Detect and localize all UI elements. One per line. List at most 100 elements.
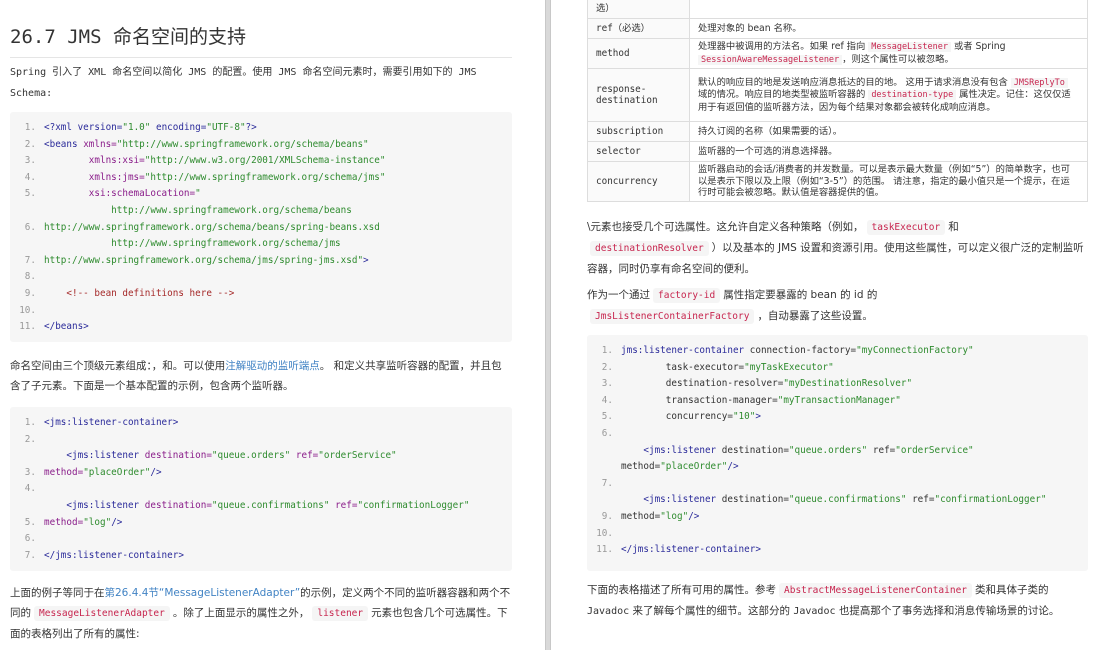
code-line: 3. method="placeOrder"/> xyxy=(10,465,512,482)
code-line: 2. xyxy=(10,432,512,449)
line-number: 2. xyxy=(24,138,36,150)
line-number: 7. xyxy=(24,549,36,561)
code-token: destination= xyxy=(144,450,212,462)
code-token: "10" xyxy=(732,411,756,423)
line-number: 2. xyxy=(601,361,613,373)
code-token: "http://www.springframework.org/schema/b… xyxy=(116,138,369,150)
code-block-container: 1. jms:listener-container connection-fact… xyxy=(587,335,1088,571)
text: 处理器中被调用的方法名。如果 ref 指向 xyxy=(698,41,869,52)
code-token: </jms:listener-container> xyxy=(621,544,761,556)
line-number: 8. xyxy=(24,271,36,283)
text: 类和具体子类的 xyxy=(975,584,1049,596)
code-line: 4. xyxy=(10,481,512,498)
code-token: </beans> xyxy=(44,321,89,333)
attributes-table: 选） ref（必选） 处理对象的 bean 名称。 method 处理器中被调用的方法名… xyxy=(587,0,1088,202)
inline-code: MessageListener xyxy=(868,42,951,52)
table-row: selector 监听器的一个可选的消息选择器。 xyxy=(587,141,1088,162)
code-line: 9. <!-- bean definitions here --> xyxy=(10,286,512,303)
text: 处理对象的 bean 名称。 xyxy=(698,22,802,34)
code-token: "orderService" xyxy=(895,444,974,456)
text: Javadoc xyxy=(793,606,836,617)
text: 命名空间由三个顶级元素组成：，和。可以使用 xyxy=(10,360,226,372)
code-token: "UTF-8" xyxy=(206,122,246,133)
code-line: 7. </jms:listener-container> xyxy=(10,548,512,565)
code-token: <?xml version= xyxy=(44,122,123,133)
code-line: 5. xsi:schemaLocation=" xyxy=(10,186,512,203)
adapter-paragraph: 上面的例子等同于在第26.4.4节“MessageListenerAdapter… xyxy=(10,583,515,644)
code-token: /> xyxy=(150,466,162,478)
code-token: <jms:listener xyxy=(621,494,722,506)
table-row: concurrency 监听器启动的会话/消费者的并发数量。可以是表示最大数量（例… xyxy=(587,161,1088,202)
line-number: 6. xyxy=(601,427,613,439)
code-line: <jms:listener destination="queue.confirm… xyxy=(587,492,1088,509)
line-number: 4. xyxy=(601,394,613,406)
line-number: 6. xyxy=(24,221,36,233)
code-line: http://www.springframework.org/schema/be… xyxy=(10,203,512,220)
code-token: destination-resolver= xyxy=(621,378,784,390)
attribute-name: response-destination xyxy=(587,68,690,122)
attribute-description: 持久订阅的名称（如果需要的话）。 xyxy=(689,121,1088,142)
code-line: 5. concurrency="10"> xyxy=(587,409,1088,426)
code-line: 11. </jms:listener-container> xyxy=(587,542,1088,559)
attribute-description: 默认的响应目的地是发送响应消息抵达的目的地。 这用于请求消息没有包含 JMSRe… xyxy=(689,68,1088,122)
code-token: connection-factory= xyxy=(749,345,857,356)
line-number: 10. xyxy=(19,304,36,316)
code-line: 5. method="log"/> xyxy=(10,515,512,532)
line-number: 3. xyxy=(601,378,613,390)
inline-code: JMSReplyTo xyxy=(1010,77,1068,88)
inline-code: factory-id xyxy=(653,288,721,303)
line-number: 7. xyxy=(601,477,613,489)
code-token: method= xyxy=(621,461,661,473)
attribute-description: 处理对象的 bean 名称。 xyxy=(689,18,1088,39)
code-token: xsi:schemaLocation= xyxy=(44,188,196,200)
attribute-name: 选） xyxy=(587,0,690,19)
line-number: 9. xyxy=(601,510,613,522)
code-token: xmlns:jms= xyxy=(44,171,145,183)
code-line: 8. xyxy=(10,269,512,286)
code-token: destination= xyxy=(721,444,789,456)
code-token: "placeOrder" xyxy=(660,461,728,473)
code-token: ref= xyxy=(906,494,935,506)
inline-code: taskExecutor xyxy=(866,220,946,235)
code-token: "confirmationLogger" xyxy=(934,494,1047,506)
link[interactable]: 注解驱动的监听端点 xyxy=(225,360,320,372)
text: \元素也接受几个可选属性。这允许自定义各种策略（例如， xyxy=(587,221,864,233)
code-token: "queue.orders" xyxy=(788,444,868,456)
line-number: 5. xyxy=(24,188,36,200)
code-token: ref= xyxy=(329,499,358,511)
link[interactable]: 第26.4.4节“MessageListenerAdapter” xyxy=(105,587,301,599)
text: 来了解每个属性的细节。这部分的 xyxy=(629,605,794,617)
table-row: 选） xyxy=(587,0,1088,19)
code-token: "queue.orders" xyxy=(211,450,291,462)
line-number: 11. xyxy=(19,321,36,333)
intro-paragraph: Spring 引入了 XML 命名空间以简化 JMS 的配置。使用 JMS 命名… xyxy=(10,62,510,104)
page-divider xyxy=(545,0,551,650)
code-token: http://www.springframework.org/schema/be… xyxy=(44,221,380,233)
code-token: destination= xyxy=(721,494,789,506)
factory-id-paragraph: 作为一个通过 factory-id 属性指定要暴露的 bean 的 id 的 JmsL… xyxy=(587,285,917,327)
code-token: "queue.confirmations" xyxy=(788,494,907,506)
table-row: method 处理器中被调用的方法名。如果 ref 指向 MessageListe… xyxy=(587,38,1088,69)
code-line: 11. </beans> xyxy=(10,319,512,336)
code-token: > xyxy=(755,411,761,423)
text: 上面的例子等同于在 xyxy=(10,587,105,599)
line-number: 2. xyxy=(24,433,36,445)
code-token: /> xyxy=(111,516,123,528)
attributes-description-paragraph: 下面的表格描述了所有可用的属性。参考 AbstractMessageListene… xyxy=(587,580,1092,622)
code-token: xmlns= xyxy=(83,138,117,150)
code-token: http://www.springframework.org/schema/jm… xyxy=(44,238,341,250)
right-page: 选） ref（必选） 处理对象的 bean 名称。 method 处理器中被调用的方法名… xyxy=(553,0,1100,650)
code-token: transaction-manager= xyxy=(621,394,778,406)
table-row: subscription 持久订阅的名称（如果需要的话）。 xyxy=(587,121,1088,142)
line-number: 1. xyxy=(24,417,36,428)
text: 或者 Spring xyxy=(951,41,1006,52)
line-number: 5. xyxy=(601,411,613,423)
text: 持久订阅的名称（如果需要的话）。 xyxy=(698,125,843,137)
code-line: <jms:listener destination="queue.orders"… xyxy=(587,443,1088,460)
attribute-name: method xyxy=(587,38,690,69)
attribute-description: 处理器中被调用的方法名。如果 ref 指向 MessageListener 或者… xyxy=(689,38,1088,69)
code-token: "placeOrder" xyxy=(83,466,151,478)
code-token: "queue.confirmations" xyxy=(211,499,330,511)
line-number: 4. xyxy=(24,483,36,495)
code-token: ref= xyxy=(867,444,896,456)
